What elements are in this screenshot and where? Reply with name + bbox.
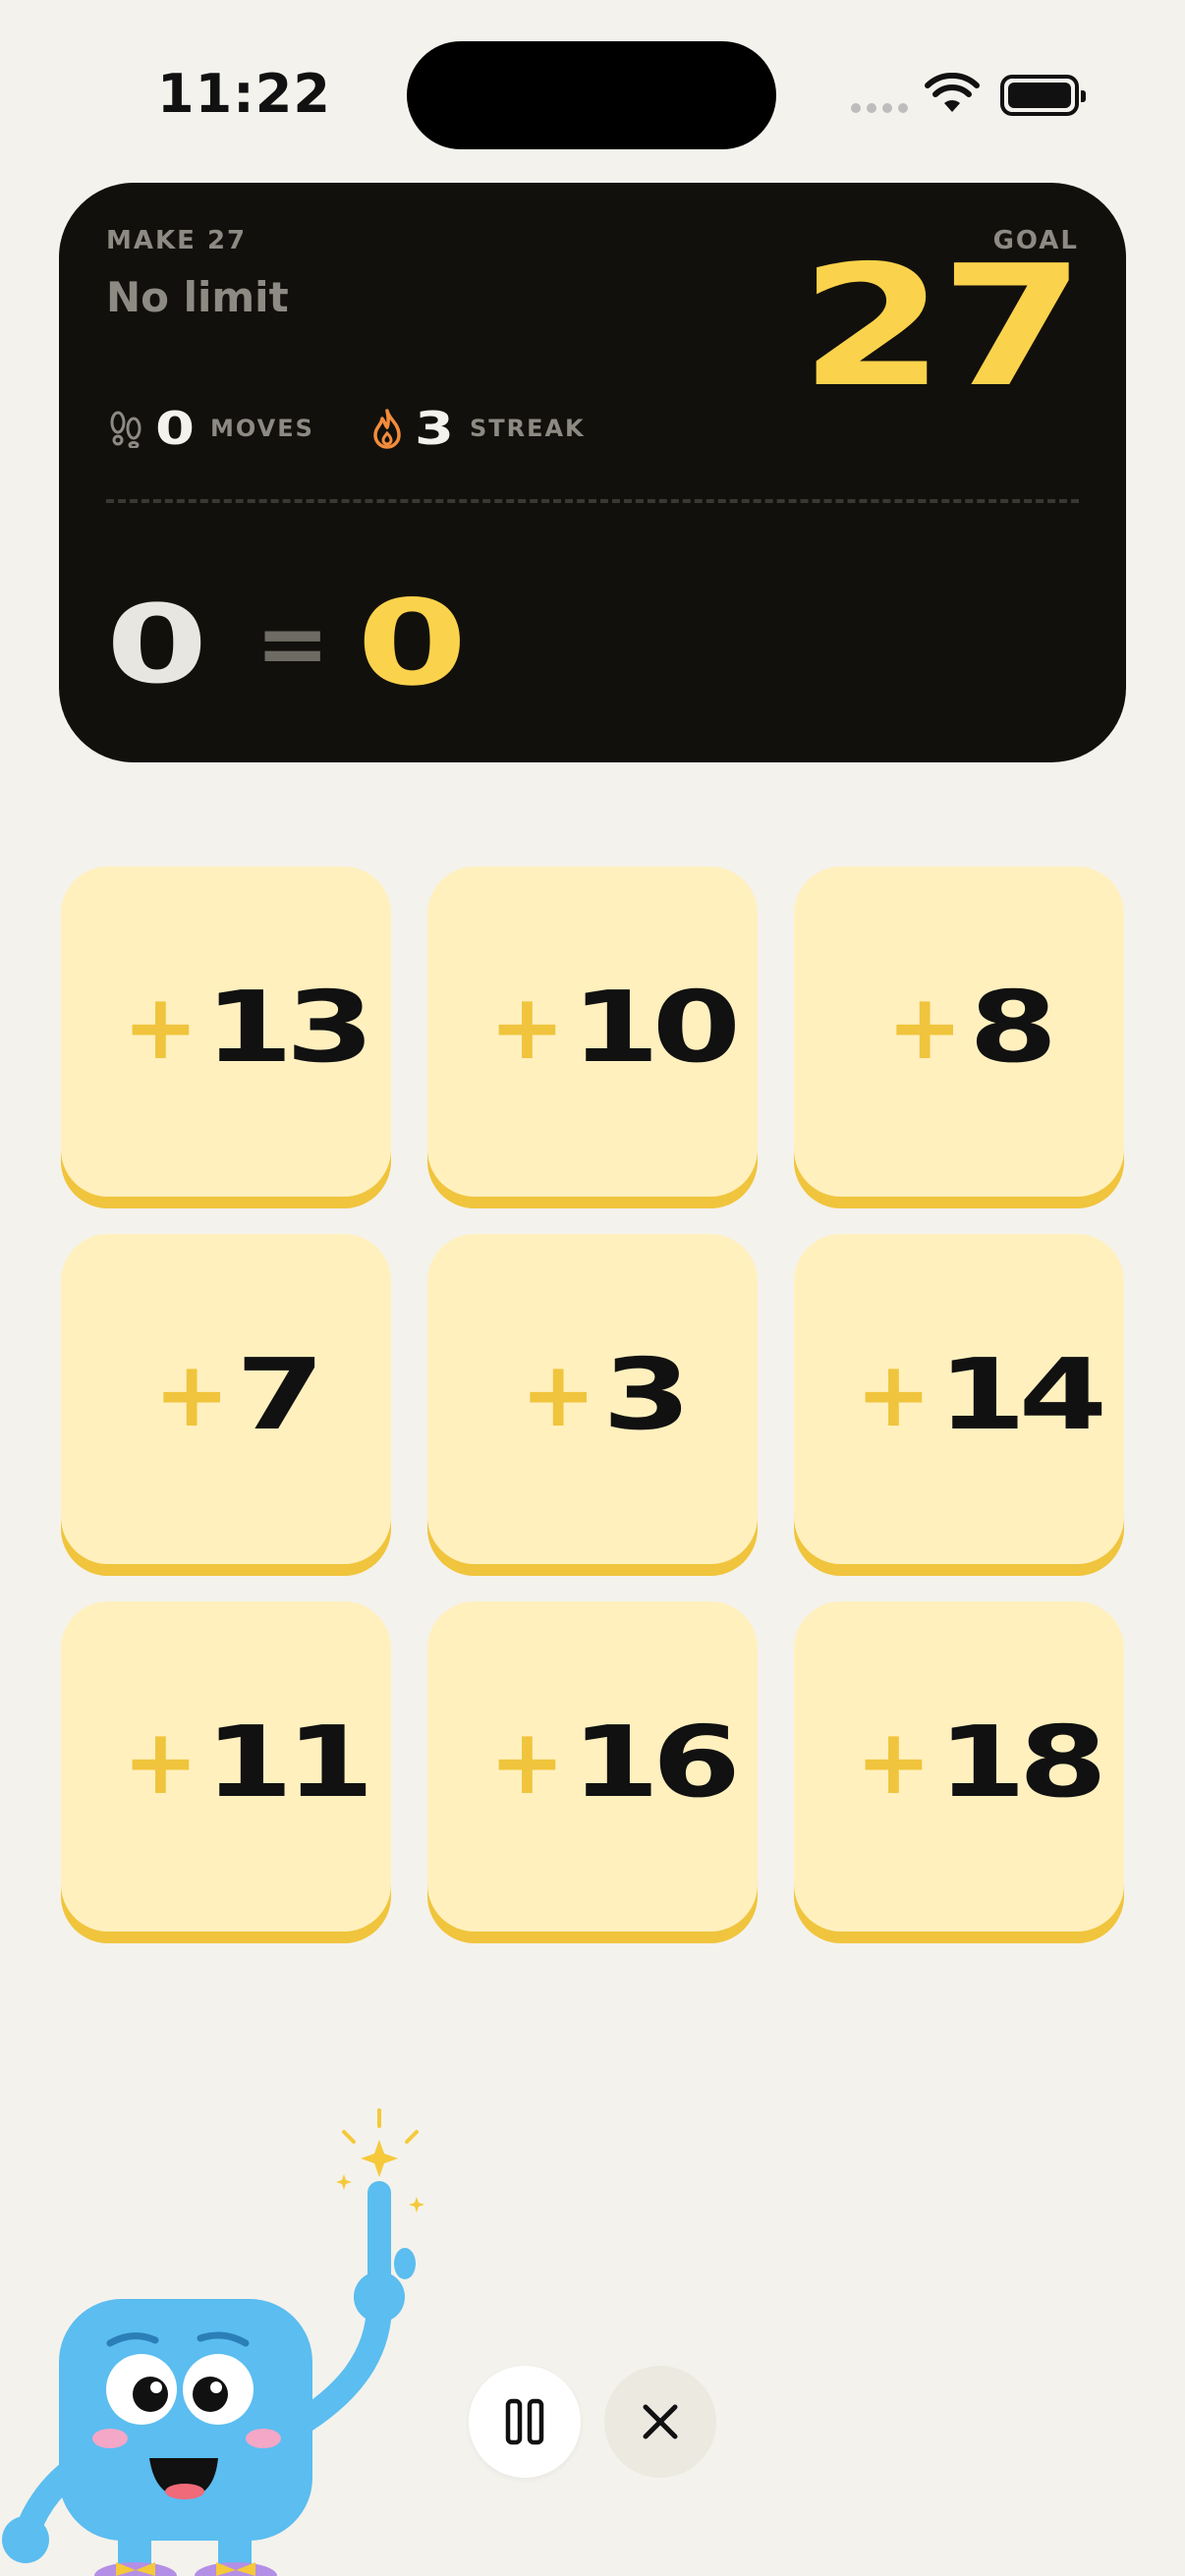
streak-value: 3 — [414, 402, 454, 455]
mode-subtitle: No limit — [106, 273, 289, 321]
footprints-icon — [110, 411, 141, 448]
tile-value: 16 — [570, 1704, 741, 1820]
tile-value: 13 — [203, 969, 374, 1085]
equation-left: 0 — [106, 581, 208, 707]
plus-sign: + — [855, 1341, 931, 1447]
mascot-illustration — [2, 2108, 424, 2576]
plus-sign: + — [520, 1341, 596, 1447]
number-tile[interactable]: +10 — [427, 867, 758, 1197]
number-tile[interactable]: +8 — [794, 867, 1124, 1197]
tile-value: 18 — [936, 1704, 1107, 1820]
pause-button[interactable] — [469, 2366, 581, 2478]
pause-icon — [505, 2398, 544, 2445]
plus-sign: + — [153, 1341, 230, 1447]
close-button[interactable] — [604, 2366, 716, 2478]
score-card: MAKE 27 No limit GOAL 27 0 MOVES 3 STREA… — [59, 183, 1126, 762]
equation-result: 0 — [357, 576, 469, 712]
tile-grid: +13 +10 +8 +7 +3 +14 +11 +16 +18 — [61, 867, 1124, 1932]
plus-sign: + — [122, 1708, 198, 1815]
moves-value: 0 — [154, 402, 196, 455]
number-tile[interactable]: +7 — [61, 1234, 391, 1564]
plus-sign: + — [488, 1708, 565, 1815]
flame-icon — [373, 409, 401, 449]
dynamic-island — [407, 41, 776, 149]
tile-value: 14 — [936, 1336, 1107, 1452]
number-tile[interactable]: +16 — [427, 1601, 758, 1932]
equals-sign: = — [255, 592, 330, 696]
equation-display: 0 = 0 — [106, 576, 468, 712]
moves-label: MOVES — [210, 415, 314, 442]
plus-sign: + — [122, 974, 198, 1080]
number-tile[interactable]: +18 — [794, 1601, 1124, 1932]
mode-label: MAKE 27 — [106, 226, 248, 255]
tile-value: 7 — [235, 1336, 324, 1452]
number-tile[interactable]: +3 — [427, 1234, 758, 1564]
status-time: 11:22 — [157, 63, 331, 125]
tile-value: 10 — [570, 969, 741, 1085]
goal-value: 27 — [800, 230, 1086, 424]
number-tile[interactable]: +11 — [61, 1601, 391, 1932]
stats-row: 0 MOVES 3 STREAK — [106, 402, 586, 455]
dashed-divider — [106, 499, 1079, 503]
streak-label: STREAK — [469, 415, 586, 442]
number-tile[interactable]: +13 — [61, 867, 391, 1197]
wifi-icon — [925, 73, 980, 112]
plus-sign: + — [488, 974, 565, 1080]
number-tile[interactable]: +14 — [794, 1234, 1124, 1564]
battery-icon — [1000, 75, 1086, 116]
close-icon — [643, 2404, 678, 2439]
tile-value: 8 — [968, 969, 1057, 1085]
plus-sign: + — [855, 1708, 931, 1815]
tile-value: 11 — [203, 1704, 374, 1820]
plus-sign: + — [886, 974, 963, 1080]
tile-value: 3 — [601, 1336, 691, 1452]
cellular-signal-icon — [851, 103, 908, 113]
